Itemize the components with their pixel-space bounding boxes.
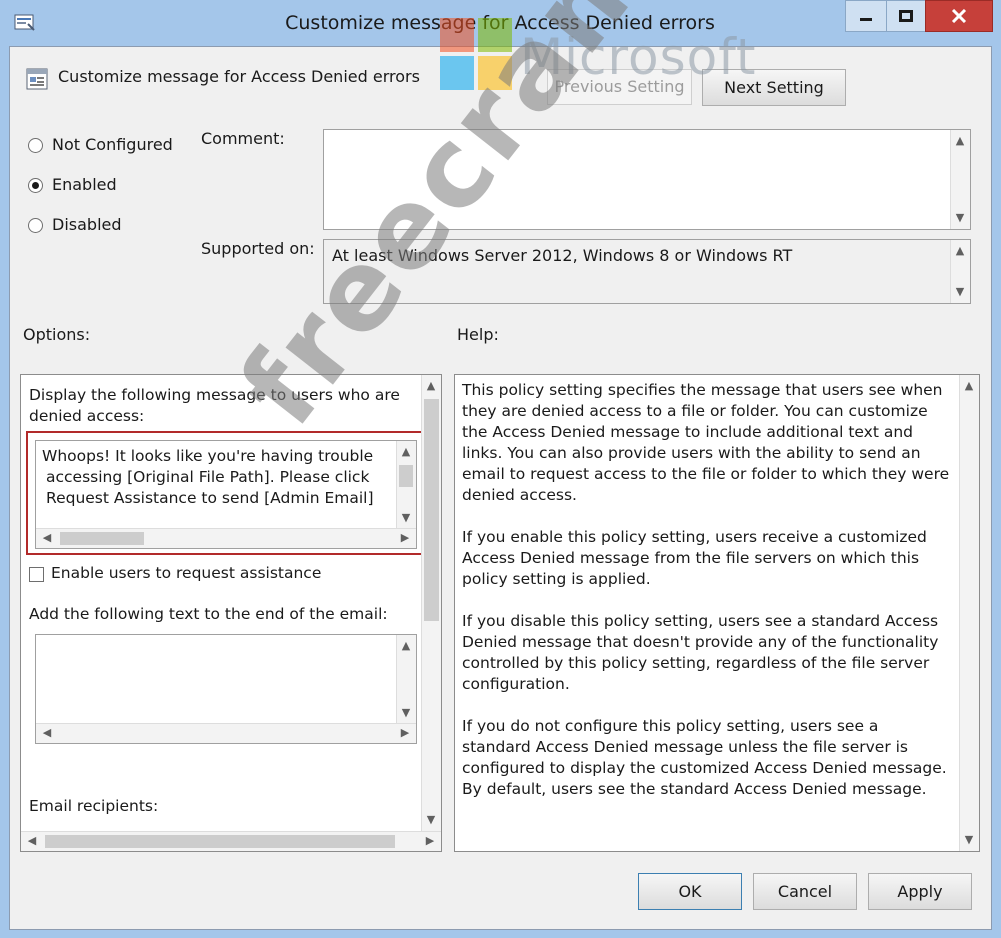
radio-label: Disabled: [52, 215, 122, 234]
ok-button[interactable]: OK: [638, 873, 742, 910]
message-text: Whoops! It looks like you're having trou…: [42, 446, 374, 509]
radio-selected-dot: [32, 182, 39, 189]
title-bar[interactable]: Customize message for Access Denied erro…: [0, 0, 1001, 46]
next-setting-button[interactable]: Next Setting: [702, 69, 846, 106]
access-denied-message-field[interactable]: Whoops! It looks like you're having trou…: [35, 440, 417, 549]
options-panel[interactable]: Display the following message to users w…: [20, 374, 442, 852]
scroll-up-icon[interactable]: ▲: [397, 443, 415, 461]
help-title: Help:: [457, 325, 499, 344]
radio-label: Enabled: [52, 175, 117, 194]
message-label: Display the following message to users w…: [29, 385, 400, 427]
scroll-thumb[interactable]: [424, 399, 439, 621]
window-title: Customize message for Access Denied erro…: [285, 12, 715, 34]
close-icon: [951, 9, 967, 23]
scroll-right-icon[interactable]: ▶: [396, 724, 414, 742]
supported-on-label: Supported on:: [201, 239, 315, 258]
scroll-down-icon[interactable]: ▼: [397, 704, 415, 722]
policy-name: Customize message for Access Denied erro…: [58, 67, 420, 86]
scroll-left-icon[interactable]: ◀: [23, 832, 41, 850]
options-horizontal-scrollbar[interactable]: ◀ ▶: [21, 831, 441, 851]
help-paragraph: This policy setting specifies the messag…: [462, 381, 950, 504]
help-text: This policy setting specifies the messag…: [462, 380, 952, 821]
message-vertical-scrollbar[interactable]: ▲ ▼: [396, 441, 416, 529]
help-panel[interactable]: This policy setting specifies the messag…: [454, 374, 980, 852]
radio-circle: [28, 138, 43, 153]
enable-assistance-checkbox[interactable]: [29, 567, 44, 582]
scroll-up-icon[interactable]: ▲: [960, 377, 978, 395]
help-paragraph: If you disable this policy setting, user…: [462, 612, 939, 693]
email-horizontal-scrollbar[interactable]: ◀ ▶: [36, 723, 416, 743]
radio-circle: [28, 218, 43, 233]
email-vertical-scrollbar[interactable]: ▲ ▼: [396, 635, 416, 724]
comment-label: Comment:: [201, 129, 285, 148]
radio-not-configured[interactable]: Not Configured: [28, 135, 208, 159]
scroll-thumb[interactable]: [60, 532, 144, 545]
options-vertical-scrollbar[interactable]: ▲ ▼: [421, 375, 441, 831]
radio-enabled[interactable]: Enabled: [28, 175, 208, 199]
scroll-down-icon[interactable]: ▼: [960, 831, 978, 849]
scroll-thumb[interactable]: [399, 465, 413, 487]
maximize-icon: [899, 10, 913, 22]
policy-setting-icon: [26, 68, 48, 90]
message-label-line: Display the following message to users w…: [29, 386, 400, 404]
apply-button[interactable]: Apply: [868, 873, 972, 910]
scroll-down-icon[interactable]: ▼: [951, 209, 969, 227]
supported-on-value: At least Windows Server 2012, Windows 8 …: [332, 246, 793, 265]
dialog-window: Customize message for Access Denied erro…: [0, 0, 1001, 938]
scroll-down-icon[interactable]: ▼: [422, 811, 440, 829]
minimize-button[interactable]: [845, 0, 887, 32]
scroll-down-icon[interactable]: ▼: [951, 283, 969, 301]
email-text-field[interactable]: ▲ ▼ ◀ ▶: [35, 634, 417, 744]
email-recipients-label: Email recipients:: [29, 797, 159, 815]
policy-app-icon: [14, 14, 35, 31]
scroll-up-icon[interactable]: ▲: [422, 377, 440, 395]
help-vertical-scrollbar[interactable]: ▲ ▼: [959, 375, 979, 851]
radio-circle: [28, 178, 43, 193]
scroll-up-icon[interactable]: ▲: [951, 242, 969, 260]
scroll-right-icon[interactable]: ▶: [396, 529, 414, 547]
cancel-button[interactable]: Cancel: [753, 873, 857, 910]
message-horizontal-scrollbar[interactable]: ◀ ▶: [36, 528, 416, 548]
comment-field[interactable]: ▲ ▼: [323, 129, 971, 230]
message-line: Request Assistance to send [Admin Email]: [46, 489, 374, 507]
supported-vertical-scrollbar[interactable]: ▲ ▼: [950, 240, 970, 303]
maximize-button[interactable]: [886, 0, 926, 32]
scroll-up-icon[interactable]: ▲: [397, 637, 415, 655]
dialog-client-area: Customize message for Access Denied erro…: [9, 46, 992, 930]
scroll-thumb[interactable]: [45, 835, 395, 848]
previous-setting-button[interactable]: Previous Setting: [547, 69, 692, 105]
scroll-down-icon[interactable]: ▼: [397, 509, 415, 527]
scroll-left-icon[interactable]: ◀: [38, 724, 56, 742]
close-button[interactable]: [925, 0, 993, 32]
scroll-up-icon[interactable]: ▲: [951, 132, 969, 150]
supported-on-field: At least Windows Server 2012, Windows 8 …: [323, 239, 971, 304]
scroll-right-icon[interactable]: ▶: [421, 832, 439, 850]
help-paragraph: If you do not configure this policy sett…: [462, 717, 947, 798]
message-line: Whoops! It looks like you're having trou…: [42, 447, 374, 465]
enable-assistance-label: Enable users to request assistance: [51, 564, 322, 582]
scroll-left-icon[interactable]: ◀: [38, 529, 56, 547]
comment-vertical-scrollbar[interactable]: ▲ ▼: [950, 130, 970, 229]
message-label-line: denied access:: [29, 407, 145, 425]
email-text-label: Add the following text to the end of the…: [29, 605, 388, 623]
radio-label: Not Configured: [52, 135, 173, 154]
radio-disabled[interactable]: Disabled: [28, 215, 208, 239]
message-line: accessing [Original File Path]. Please c…: [46, 468, 370, 486]
options-title: Options:: [23, 325, 91, 344]
minimize-icon: [860, 18, 872, 21]
help-paragraph: If you enable this policy setting, users…: [462, 528, 927, 588]
